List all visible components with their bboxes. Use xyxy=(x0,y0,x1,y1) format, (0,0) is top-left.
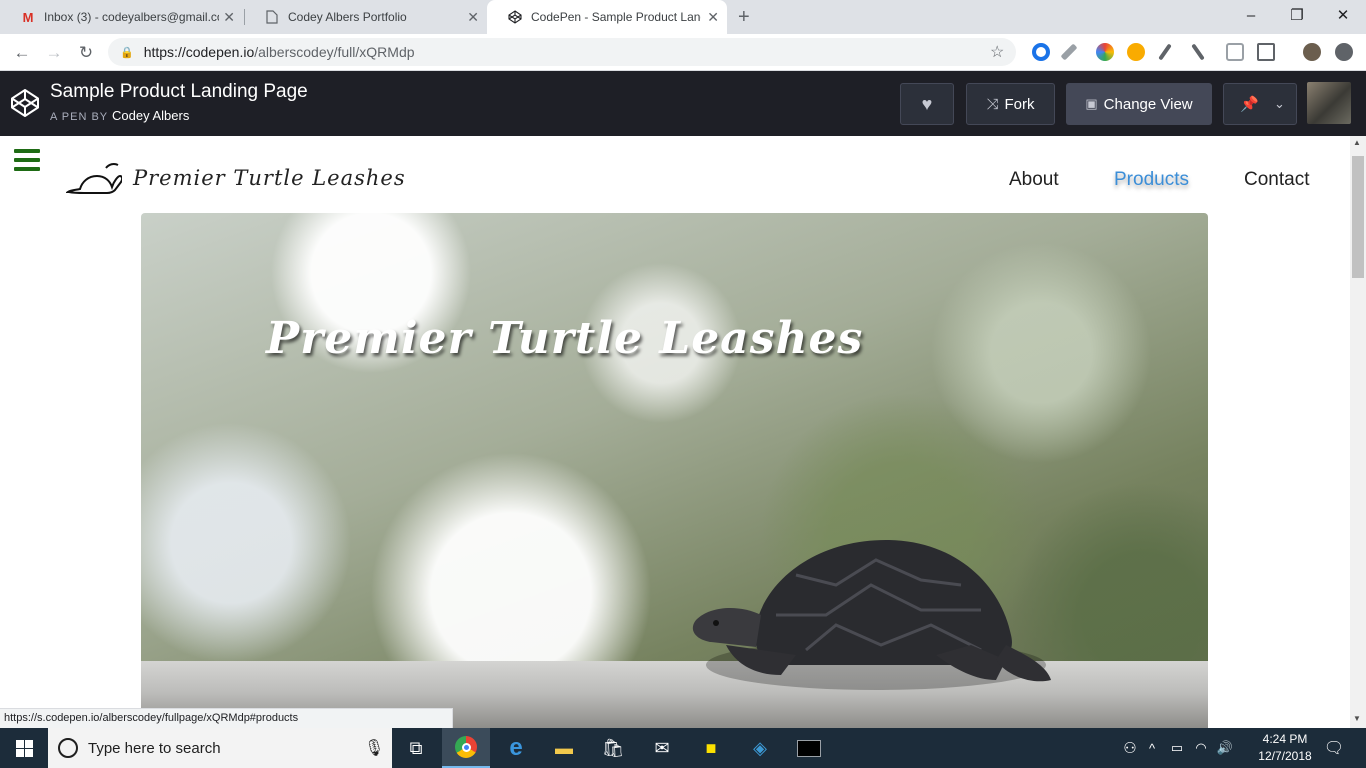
chevron-down-icon[interactable]: ⌄ xyxy=(1274,96,1285,112)
close-icon[interactable]: ✕ xyxy=(707,9,719,26)
bookmark-star-icon[interactable]: ☆ xyxy=(990,42,1004,62)
minimize-icon[interactable]: – xyxy=(1228,0,1274,30)
url-host: https://codepen.io xyxy=(143,44,255,60)
browser-toolbar: ← → ↻ 🔒 https://codepen.io/alberscodey/f… xyxy=(0,34,1366,71)
eyedropper-icon[interactable] xyxy=(1060,43,1078,61)
fork-button[interactable]: ⤨ Fork xyxy=(966,83,1055,125)
new-tab-icon[interactable]: + xyxy=(738,6,750,29)
chrome-taskbar-icon[interactable] xyxy=(442,728,490,768)
task-view-icon[interactable]: ⧉ xyxy=(392,728,440,768)
tab-strip: M Inbox (3) - codeyalbers@gmail.com ✕ Co… xyxy=(0,0,1366,34)
document-icon xyxy=(264,9,280,25)
camera-icon[interactable] xyxy=(1226,43,1244,61)
cortana-icon xyxy=(58,738,78,758)
nav-products[interactable]: Products xyxy=(1114,169,1189,191)
volume-icon[interactable]: 🔊 xyxy=(1213,728,1237,768)
tab-title: CodePen - Sample Product Landing Page xyxy=(531,10,701,24)
pen-author-link[interactable]: Codey Albers xyxy=(112,108,189,123)
pin-button[interactable]: 📌 ⌄ xyxy=(1223,83,1297,125)
tab-codepen[interactable]: CodePen - Sample Product Landing Page ✕ xyxy=(487,0,727,34)
scroll-thumb[interactable] xyxy=(1352,156,1364,278)
tab-title: Codey Albers Portfolio xyxy=(288,10,407,24)
screenshot-icon[interactable] xyxy=(1257,43,1275,61)
edge-icon[interactable]: e xyxy=(492,728,540,768)
wifi-icon[interactable]: ◠ xyxy=(1189,728,1213,768)
pencil-icon[interactable] xyxy=(1191,43,1205,61)
search-placeholder: Type here to search xyxy=(88,739,221,757)
store-icon[interactable]: 🛍 xyxy=(589,728,637,768)
scroll-up-icon[interactable]: ▲ xyxy=(1353,138,1361,147)
scroll-down-icon[interactable]: ▼ xyxy=(1353,714,1361,723)
codepen-icon xyxy=(507,9,523,25)
close-icon[interactable]: ✕ xyxy=(467,9,479,26)
file-explorer-icon[interactable]: ▬ xyxy=(540,728,588,768)
hamburger-menu-icon[interactable] xyxy=(14,149,40,171)
windows-taskbar: Type here to search 🎙 ⧉ e ▬ 🛍 ✉ ■ ◈ ⚇ ^ … xyxy=(0,728,1366,768)
lock-icon: 🔒 xyxy=(120,46,134,59)
color-wheel-icon[interactable] xyxy=(1096,43,1114,61)
pen-by-label: A PEN BY xyxy=(50,111,108,123)
notifications-icon[interactable]: 🗨 xyxy=(1310,728,1358,768)
codepen-logo-icon[interactable] xyxy=(10,88,40,118)
taskbar-search[interactable]: Type here to search 🎙 xyxy=(48,728,392,768)
nav-contact[interactable]: Contact xyxy=(1244,169,1309,191)
page-scrollbar[interactable]: ▲ ▼ xyxy=(1350,136,1366,728)
window-close-icon[interactable]: ✕ xyxy=(1320,0,1366,30)
tray-chevron-icon[interactable]: ^ xyxy=(1140,728,1164,768)
tab-title: Inbox (3) - codeyalbers@gmail.com xyxy=(44,10,219,24)
address-bar[interactable]: 🔒 https://codepen.io/alberscodey/full/xQ… xyxy=(108,38,1016,66)
change-view-button[interactable]: ▣ Change View xyxy=(1066,83,1212,125)
forward-icon[interactable]: → xyxy=(42,41,66,65)
extension-face-icon[interactable] xyxy=(1127,43,1145,61)
status-bar-url: https://s.codepen.io/alberscodey/fullpag… xyxy=(0,708,453,728)
microphone-icon[interactable]: 🎙 xyxy=(364,738,384,758)
hero-image: Premier Turtle Leashes xyxy=(141,213,1208,728)
pen-icon[interactable] xyxy=(1158,43,1172,61)
close-icon[interactable]: ✕ xyxy=(223,9,235,26)
chrome-menu-icon[interactable] xyxy=(1335,43,1353,61)
fork-icon: ⤨ xyxy=(986,95,999,113)
pen-byline: A PEN BY Codey Albers xyxy=(50,108,189,123)
codepen-header: Sample Product Landing Page A PEN BY Cod… xyxy=(0,71,1366,136)
gmail-icon: M xyxy=(22,9,34,25)
sticky-notes-icon[interactable]: ■ xyxy=(687,728,735,768)
vscode-icon[interactable]: ◈ xyxy=(736,728,784,768)
url-path: /alberscodey/full/xQRMdp xyxy=(254,44,415,60)
pen-title: Sample Product Landing Page xyxy=(50,81,308,102)
windows-logo-icon xyxy=(15,739,33,757)
site-brand[interactable]: Premier Turtle Leashes xyxy=(133,166,406,190)
heart-icon: ♥ xyxy=(921,93,933,114)
start-button[interactable] xyxy=(0,728,48,768)
landing-page: Premier Turtle Leashes About Products Co… xyxy=(0,136,1350,728)
terminal-icon[interactable] xyxy=(785,728,833,768)
reload-icon[interactable]: ↻ xyxy=(74,41,98,65)
fork-label: Fork xyxy=(1004,95,1035,113)
turtle-photo xyxy=(692,540,1051,690)
back-icon[interactable]: ← xyxy=(10,41,34,65)
turtle-logo-icon[interactable] xyxy=(66,162,122,196)
extension-circle-icon[interactable] xyxy=(1032,43,1050,61)
view-icon: ▣ xyxy=(1085,96,1098,111)
nav-about[interactable]: About xyxy=(1009,169,1059,191)
battery-icon[interactable]: ▭ xyxy=(1165,728,1189,768)
restore-icon[interactable]: ❐ xyxy=(1274,0,1320,30)
hero-title: Premier Turtle Leashes xyxy=(266,313,864,364)
user-avatar[interactable] xyxy=(1307,82,1351,124)
mail-icon[interactable]: ✉ xyxy=(638,728,686,768)
tab-portfolio[interactable]: Codey Albers Portfolio ✕ xyxy=(244,0,487,34)
pin-icon: 📌 xyxy=(1240,96,1259,113)
heart-button[interactable]: ♥ xyxy=(900,83,954,125)
tab-gmail[interactable]: M Inbox (3) - codeyalbers@gmail.com ✕ xyxy=(0,0,243,34)
change-view-label: Change View xyxy=(1103,95,1193,113)
profile-avatar[interactable] xyxy=(1303,43,1321,61)
